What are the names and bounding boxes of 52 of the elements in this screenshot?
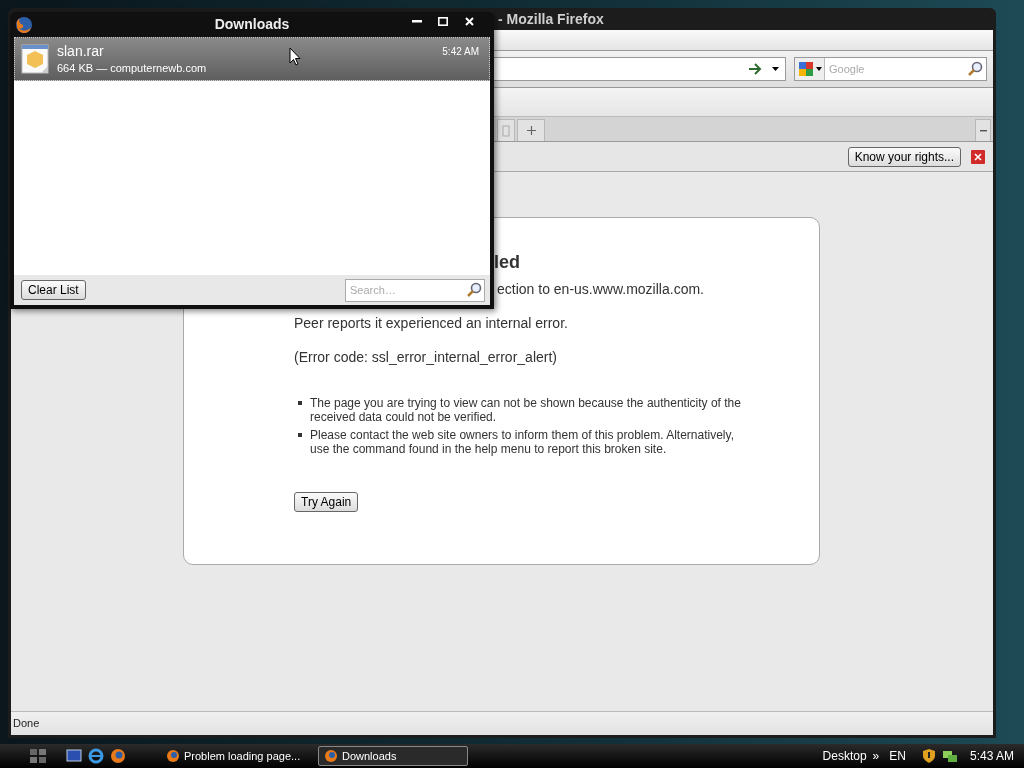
window-title: Downloads (213, 15, 291, 34)
clear-list-button[interactable]: Clear List (21, 280, 86, 300)
minimize-icon (412, 19, 422, 23)
file-info: 664 KB — computernewb.com (57, 61, 207, 76)
download-time: 5:42 AM (442, 45, 479, 59)
search-icon[interactable] (967, 61, 983, 77)
browser-e-icon[interactable] (88, 748, 104, 764)
know-your-rights-button[interactable]: Know your rights... (847, 146, 961, 167)
plus-icon (526, 126, 536, 135)
bullet-icon (298, 401, 302, 405)
search-input[interactable]: Google (825, 60, 967, 78)
dropdown-caret-icon[interactable] (816, 67, 822, 71)
file-name: slan.rar (57, 42, 105, 60)
maximize-icon (438, 16, 448, 26)
expand-chevron[interactable]: » (872, 747, 880, 765)
close-icon (464, 16, 474, 26)
taskbar-button[interactable]: Problem loading page... (160, 746, 310, 766)
minus-icon (979, 129, 987, 132)
firefox-icon[interactable] (110, 748, 126, 764)
status-text: Done (11, 711, 993, 735)
new-tab-button[interactable] (517, 119, 545, 141)
firefox-icon (324, 749, 338, 763)
search-box[interactable]: Google (794, 57, 987, 81)
bullet-text: The page you are trying to view can not be shown because the authenticity of the received data could not be verified. (310, 396, 742, 424)
close-icon[interactable] (971, 149, 985, 164)
dropdown-caret-icon[interactable] (772, 67, 779, 71)
firefox-icon (166, 749, 180, 763)
network-icon[interactable] (941, 749, 958, 763)
mouse-cursor-icon (289, 47, 301, 66)
shield-icon[interactable] (921, 748, 936, 764)
try-again-button[interactable]: Try Again (294, 492, 359, 512)
archive-file-icon (21, 44, 49, 74)
download-item[interactable]: slan.rar 664 KB — computernewb.com 5:42 AM (14, 37, 490, 81)
window-title: - Mozilla Firefox (498, 9, 604, 29)
error-title: led (494, 251, 521, 274)
search-icon[interactable] (466, 282, 482, 298)
search-input[interactable]: Search… (346, 281, 466, 299)
go-arrow-icon[interactable] (748, 63, 762, 75)
taskbar-button[interactable]: Downloads (318, 746, 468, 766)
desktop-icon[interactable] (66, 748, 82, 764)
error-message: ection to en-us.www.mozilla.com. (497, 280, 705, 298)
search-box[interactable]: Search… (345, 278, 485, 302)
bullet-text: Please contact the web site owners to inform them of this problem. Alternatively, use the command found in the help menu to report this broken site. (310, 428, 735, 456)
language-indicator[interactable]: EN (889, 747, 906, 765)
clock[interactable]: 5:43 AM (969, 747, 1014, 765)
error-message: Peer reports it experienced an internal error. (294, 314, 569, 332)
bullet-icon (298, 433, 302, 437)
error-message: (Error code: ssl_error_internal_error_alert) (294, 348, 558, 366)
toolbar-label[interactable]: Desktop (822, 747, 867, 765)
page-icon (502, 124, 510, 137)
search-engine-icon[interactable] (798, 61, 814, 77)
firefox-icon (14, 14, 34, 35)
